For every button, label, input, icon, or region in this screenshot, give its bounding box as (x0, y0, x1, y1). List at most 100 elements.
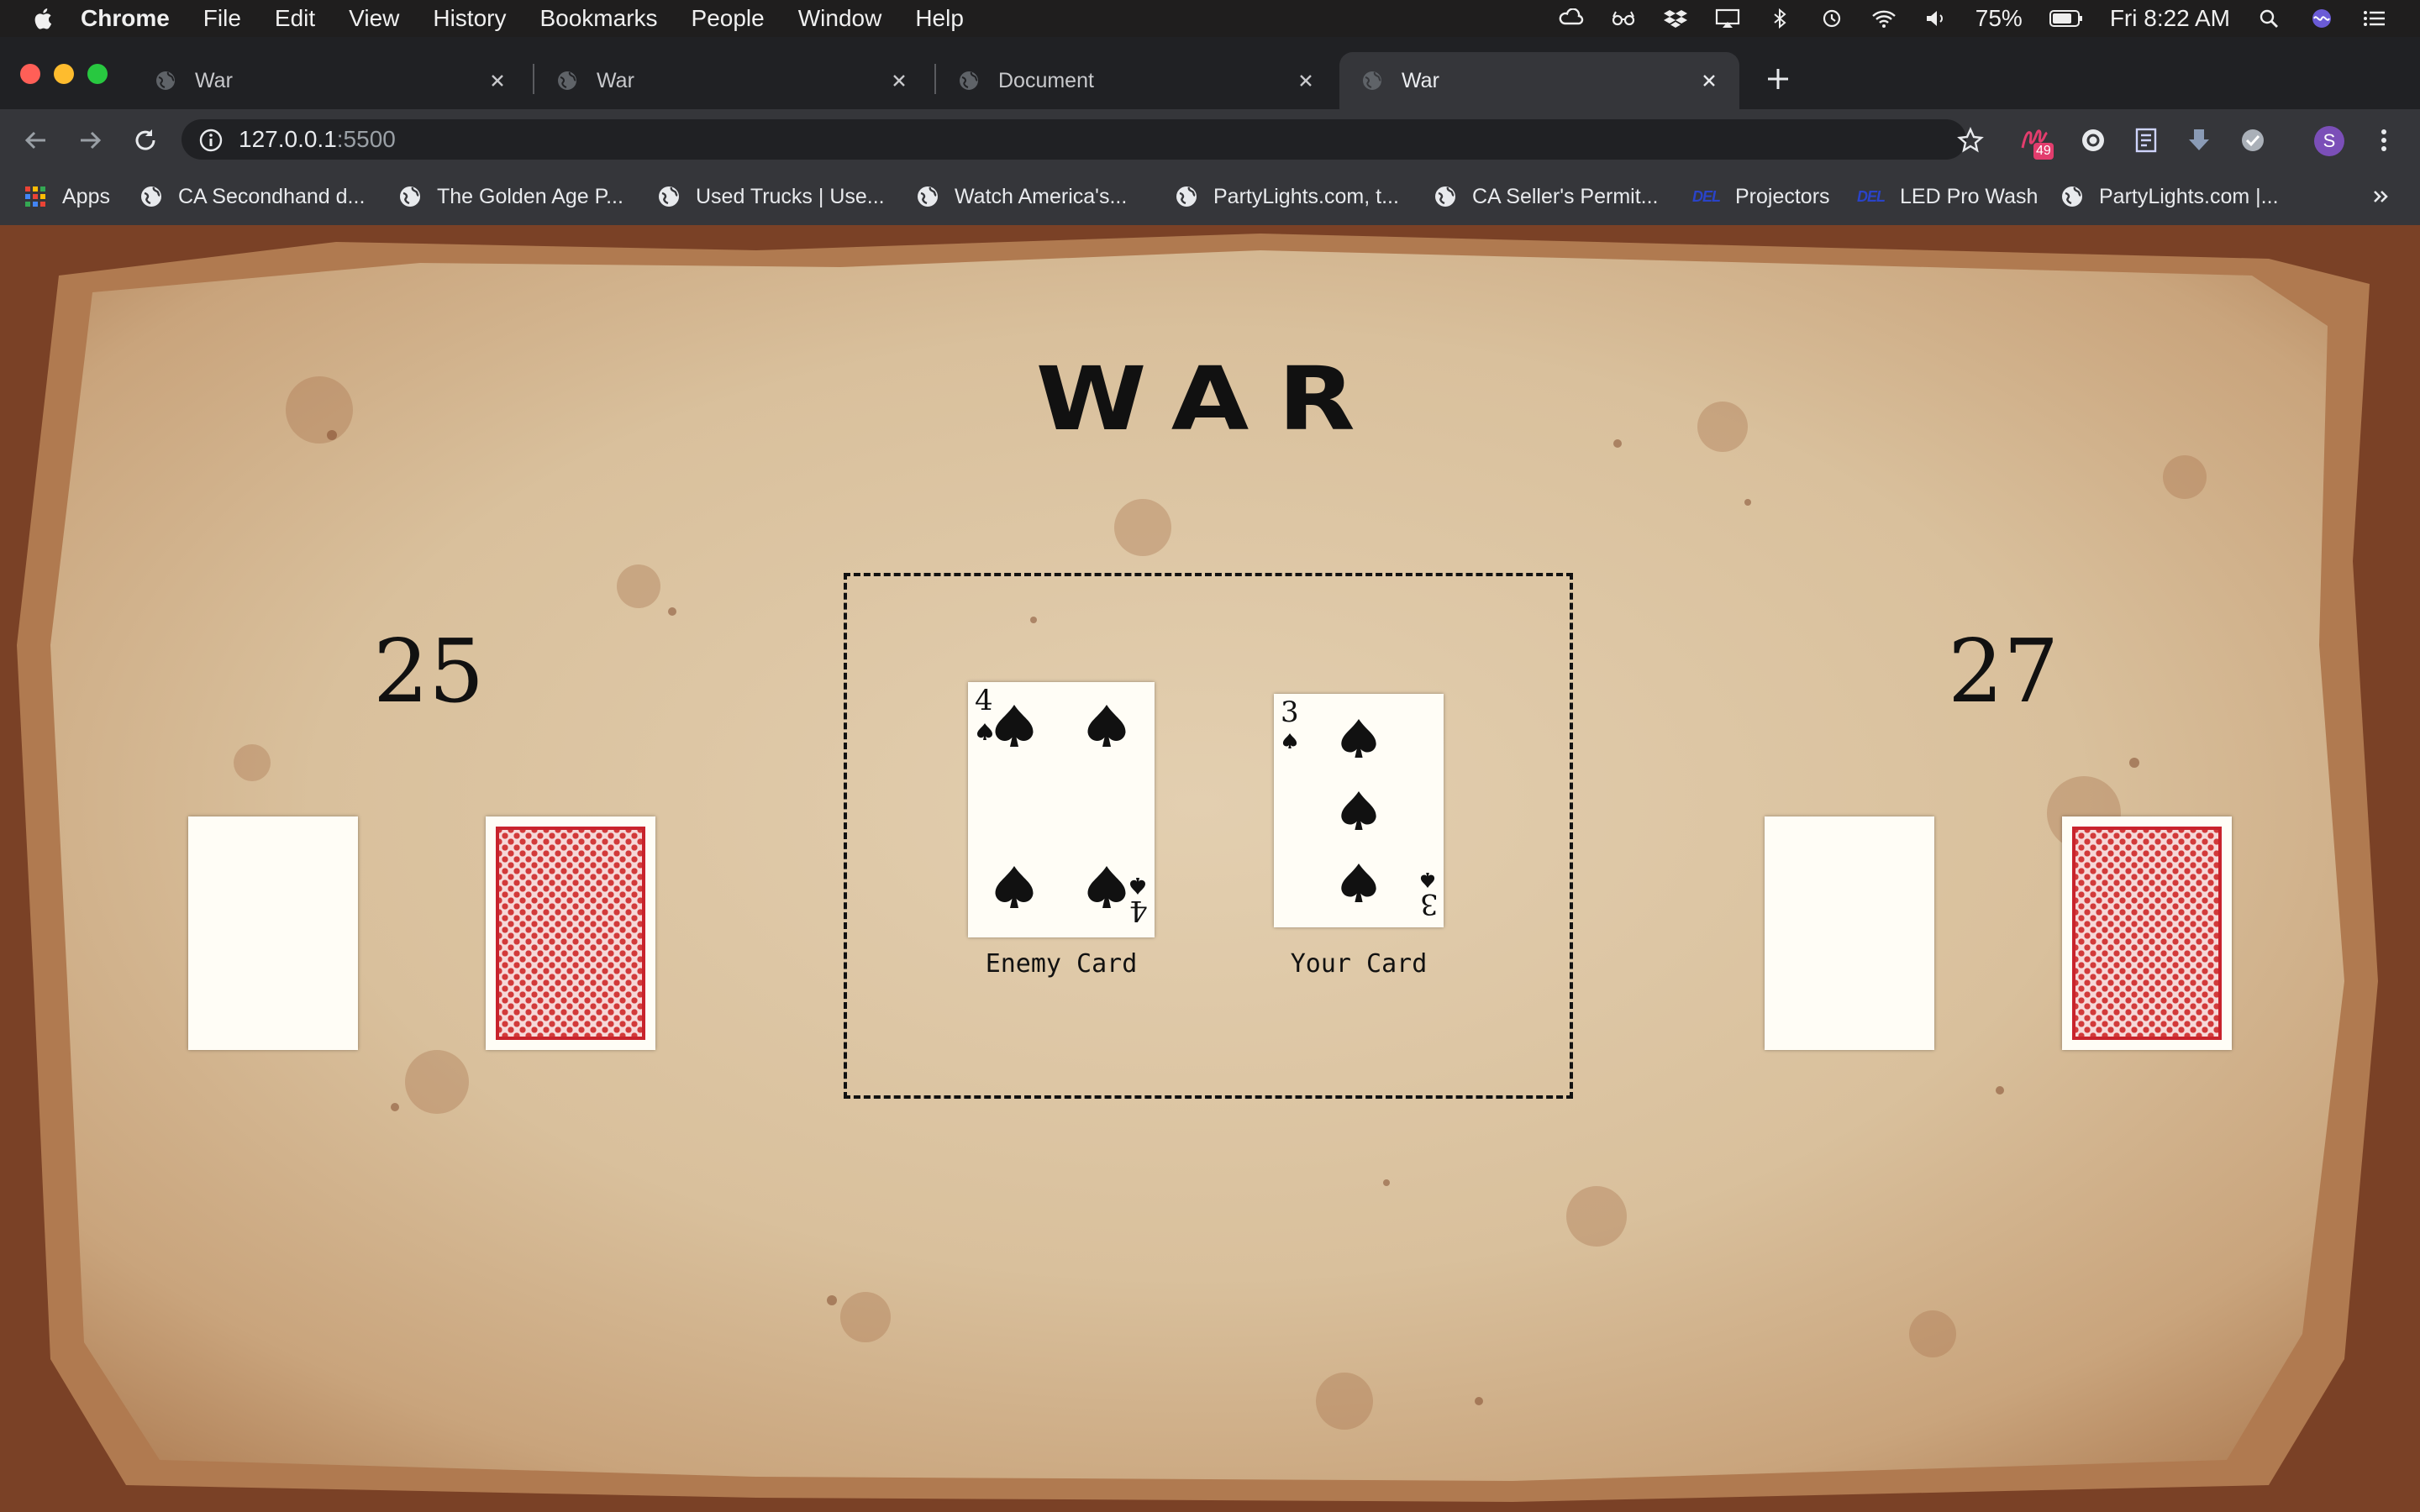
menu-help[interactable]: Help (915, 5, 964, 32)
player-draw-pile[interactable] (2062, 816, 2232, 1050)
time-machine-icon[interactable] (1819, 8, 1844, 29)
tab-war-2[interactable]: War (534, 52, 929, 109)
reload-icon[interactable] (131, 126, 160, 155)
creative-cloud-icon[interactable] (1559, 8, 1584, 29)
bookmark-partylights-2[interactable]: PartyLights.com |... (2060, 180, 2279, 213)
airplay-icon[interactable] (1715, 8, 1740, 29)
bookmark-apps[interactable]: Apps (24, 180, 110, 213)
url-host: 127.0.0.1 (239, 126, 337, 152)
window-close-button[interactable] (20, 64, 40, 84)
bluetooth-icon[interactable] (1767, 8, 1792, 29)
bookmark-ca-sellers-permit[interactable]: CA Seller's Permit... (1434, 180, 1659, 213)
notification-center-icon[interactable] (2361, 8, 2386, 29)
card-back-pattern (2072, 827, 2222, 1040)
globe-icon (141, 186, 161, 207)
card-rank-top: 3 (1281, 696, 1299, 729)
menu-view[interactable]: View (349, 5, 399, 32)
menu-file[interactable]: File (203, 5, 241, 32)
tab-title: War (597, 68, 634, 92)
bookmark-star-icon[interactable] (1956, 126, 1985, 155)
globe-icon (2062, 186, 2082, 207)
globe-icon (1363, 71, 1381, 90)
battle-area (844, 573, 1573, 1099)
extension-download-icon[interactable] (2185, 126, 2213, 155)
spade-icon (977, 723, 992, 740)
card-rank-bottom: 4 (1129, 894, 1148, 927)
globe-icon (918, 186, 938, 207)
siri-icon[interactable] (2309, 8, 2334, 29)
spotlight-search-icon[interactable] (2257, 8, 2282, 29)
bookmark-watch-americas[interactable]: Watch America's... (916, 180, 1127, 213)
close-icon[interactable] (1294, 69, 1318, 92)
back-arrow-icon[interactable] (22, 126, 50, 155)
globe-icon (558, 71, 576, 90)
enemy-draw-pile[interactable] (486, 816, 655, 1050)
menu-bookmarks[interactable]: Bookmarks (539, 5, 657, 32)
site-info-icon[interactable] (198, 128, 224, 153)
bookmark-label: CA Secondhand d... (178, 184, 366, 208)
extension-notes-icon[interactable] (2133, 126, 2161, 155)
spade-icon (995, 866, 1034, 908)
bookmark-projectors[interactable]: DEL Projectors (1692, 180, 1830, 213)
spade-icon (1130, 878, 1145, 895)
menu-edit[interactable]: Edit (275, 5, 315, 32)
bookmark-led-pro-wash[interactable]: DEL LED Pro Wash (1857, 180, 2038, 213)
chrome-menu-icon[interactable] (2370, 126, 2398, 155)
player-score: 27 (1948, 620, 2060, 722)
game-page: WAR 25 27 4 4 Enemy Card 3 3 Your Card (0, 225, 2420, 1512)
url-text[interactable]: 127.0.0.1:5500 (239, 126, 396, 153)
menu-window[interactable]: Window (798, 5, 882, 32)
spade-icon (1341, 791, 1376, 830)
reader-glasses-icon[interactable] (1611, 8, 1636, 29)
menu-app-name[interactable]: Chrome (81, 5, 170, 32)
tab-document[interactable]: Document (936, 52, 1336, 109)
dropbox-icon[interactable] (1663, 8, 1688, 29)
apple-menu-icon[interactable] (34, 8, 52, 29)
bookmark-label: PartyLights.com, t... (1213, 184, 1399, 208)
del-icon: DEL (1857, 187, 1886, 205)
macos-menubar: Chrome File Edit View History Bookmarks … (0, 0, 2420, 37)
chevron-double-right-icon[interactable] (2370, 185, 2393, 208)
bookmark-used-trucks[interactable]: Used Trucks | Use... (657, 180, 885, 213)
url-port: :5500 (336, 126, 396, 152)
bookmark-label: PartyLights.com |... (2099, 184, 2279, 208)
globe-icon (960, 71, 978, 90)
close-icon[interactable] (887, 69, 911, 92)
enemy-discard-pile (188, 816, 358, 1050)
window-zoom-button[interactable] (87, 64, 108, 84)
window-minimize-button[interactable] (54, 64, 74, 84)
battery-icon[interactable] (2049, 9, 2083, 28)
wifi-icon[interactable] (1871, 8, 1897, 29)
globe-icon (156, 71, 175, 90)
card-rank-bottom: 3 (1420, 887, 1439, 921)
tab-war-1[interactable]: War (133, 52, 528, 109)
menu-history[interactable]: History (433, 5, 506, 32)
apps-grid-icon (25, 186, 45, 207)
player-card-label: Your Card (1290, 949, 1428, 979)
bookmark-golden-age[interactable]: The Golden Age P... (398, 180, 623, 213)
new-tab-button[interactable] (1763, 64, 1793, 94)
forward-arrow-icon[interactable] (76, 126, 104, 155)
enemy-score: 25 (373, 620, 485, 722)
tab-war-active[interactable]: War (1339, 52, 1739, 109)
extension-circle-icon[interactable] (2079, 126, 2107, 155)
extension-check-icon[interactable] (2238, 126, 2267, 155)
bookmark-ca-secondhand[interactable]: CA Secondhand d... (139, 180, 365, 213)
extension-mail-icon[interactable]: 49 (2020, 123, 2059, 161)
close-icon[interactable] (486, 69, 509, 92)
enemy-played-card: 4 4 (968, 682, 1155, 937)
bookmark-label: CA Seller's Permit... (1472, 184, 1659, 208)
bookmark-label: Watch America's... (955, 184, 1128, 208)
battery-percent: 75% (1975, 5, 2023, 31)
address-bar[interactable] (182, 119, 1966, 160)
spade-icon (995, 705, 1034, 747)
menu-people[interactable]: People (692, 5, 765, 32)
profile-avatar[interactable]: S (2314, 126, 2344, 156)
spade-icon (1087, 705, 1126, 747)
card-rank-top: 4 (975, 684, 993, 717)
player-played-card: 3 3 (1274, 694, 1444, 927)
close-icon[interactable] (1697, 69, 1721, 92)
volume-icon[interactable] (1923, 8, 1949, 29)
menubar-clock[interactable]: Fri 8:22 AM (2110, 5, 2230, 32)
bookmark-partylights-1[interactable]: PartyLights.com, t... (1175, 180, 1399, 213)
